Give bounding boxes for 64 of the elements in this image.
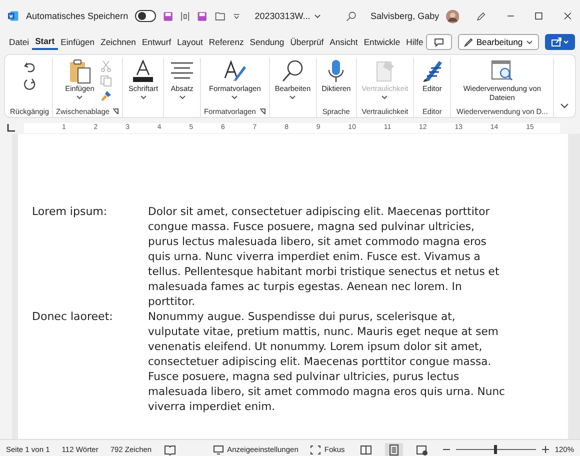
launcher-icon[interactable] <box>258 108 266 114</box>
close-icon[interactable] <box>562 10 572 22</box>
ribbon-tab[interactable]: Start <box>32 34 58 50</box>
ribbon-tab[interactable]: Referenz <box>206 35 247 49</box>
pen-icon <box>464 38 474 46</box>
zoom-in-icon[interactable] <box>542 446 549 453</box>
zoom-out-icon[interactable] <box>442 446 450 453</box>
ribbon-tab[interactable]: Zeichnen <box>98 35 139 49</box>
user-name[interactable]: Salvisberg, Gaby <box>370 11 440 21</box>
caret-icon <box>526 40 533 44</box>
ribbon-tab[interactable]: Entwurf <box>138 35 174 49</box>
paragraph: Dolor sit amet, consectetuer adipiscing elit. Maecenas porttitor congue massa. Fusce posuere, magna sed pulvinar ultricies, purus lectus malesuada libero, sit amet commodo magna eros quis urna. Nunc viverra imperdiet enim. Fusce est. Vivamus a tellus. Pellentesque habitant morbi tristique senectus et netus et malesuada fames ac turpis egestas. Aenean nec lorem. In porttitor. <box>148 204 500 309</box>
paragraph: Nonummy augue. Suspendisse dui purus, scelerisque at, vulputate vitae, pretium mattis, nunc. Mauris eget neque at sem venenatis eleifend. Ut nonummy. Lorem ipsum dolor sit amet, consectetuer adipiscing elit. Maecenas porttitor congue massa. Fusce posuere, magna sed pulvinar ultricies, purus lectus malesuada libero, sit amet commodo magna eros quis urna. Nunc viverra imperdiet enim. <box>148 309 506 414</box>
view-icon <box>415 444 428 456</box>
term-label: Lorem ipsum: <box>32 204 108 220</box>
tab-stop-icon[interactable] <box>6 124 16 132</box>
search-icon[interactable] <box>346 10 357 22</box>
autosave-toggle[interactable] <box>135 10 156 22</box>
ribbon-tab[interactable]: Einfügen <box>58 35 98 49</box>
app-logo-icon <box>8 9 20 23</box>
share-button[interactable] <box>544 34 575 50</box>
launcher-icon[interactable] <box>112 108 120 114</box>
caret-icon <box>178 94 186 100</box>
zoom-slider-thumb[interactable] <box>494 445 498 454</box>
undo-icon[interactable] <box>22 60 37 74</box>
view-icon <box>359 444 372 456</box>
view-icon <box>387 444 400 456</box>
expand-ribbon-icon[interactable] <box>560 103 569 109</box>
clipboard-icon[interactable] <box>68 58 92 84</box>
styles-icon[interactable] <box>222 58 248 84</box>
avatar[interactable] <box>446 8 460 24</box>
autosave-label: Automatisches Speichern <box>26 11 128 21</box>
touch-mode-icon[interactable] <box>180 10 190 22</box>
maximize-icon[interactable] <box>534 10 544 22</box>
file-name[interactable]: 20230313W... <box>254 11 322 21</box>
pen-icon[interactable] <box>476 10 487 22</box>
caret-icon <box>381 94 388 100</box>
caret-icon <box>76 94 84 100</box>
comments-button[interactable] <box>426 34 452 50</box>
customize-icon[interactable] <box>232 12 240 20</box>
caret-icon <box>289 94 296 100</box>
ribbon-tab[interactable]: Entwickle <box>360 35 404 49</box>
ribbon-tab[interactable]: Datei <box>6 35 32 49</box>
share-icon <box>550 37 569 47</box>
view-mode-button[interactable] <box>384 442 403 456</box>
dropdown-caret-icon <box>314 14 322 18</box>
monitor-icon <box>213 444 224 454</box>
term-label: Donec laoreet: <box>32 309 114 325</box>
ribbon-tab[interactable]: Ansicht <box>326 35 361 49</box>
save-icon[interactable] <box>162 10 174 22</box>
redo-icon[interactable] <box>22 77 37 91</box>
ribbon-tab[interactable]: Sendung <box>246 35 288 49</box>
focus-icon <box>310 444 322 454</box>
ribbon-tab[interactable]: Hilfe <box>403 35 426 49</box>
save-icon[interactable] <box>197 10 208 22</box>
folder-icon[interactable] <box>214 10 226 22</box>
comment-icon <box>434 38 444 46</box>
editing-mode-button[interactable]: Bearbeitung <box>458 34 539 50</box>
brush-icon[interactable] <box>100 90 112 102</box>
ribbon-tab[interactable]: Überprüf <box>287 35 327 49</box>
caret-icon <box>231 94 238 100</box>
ribbon-tab[interactable]: Layout <box>174 35 206 49</box>
book-icon[interactable] <box>164 444 176 456</box>
caret-icon <box>140 94 147 100</box>
